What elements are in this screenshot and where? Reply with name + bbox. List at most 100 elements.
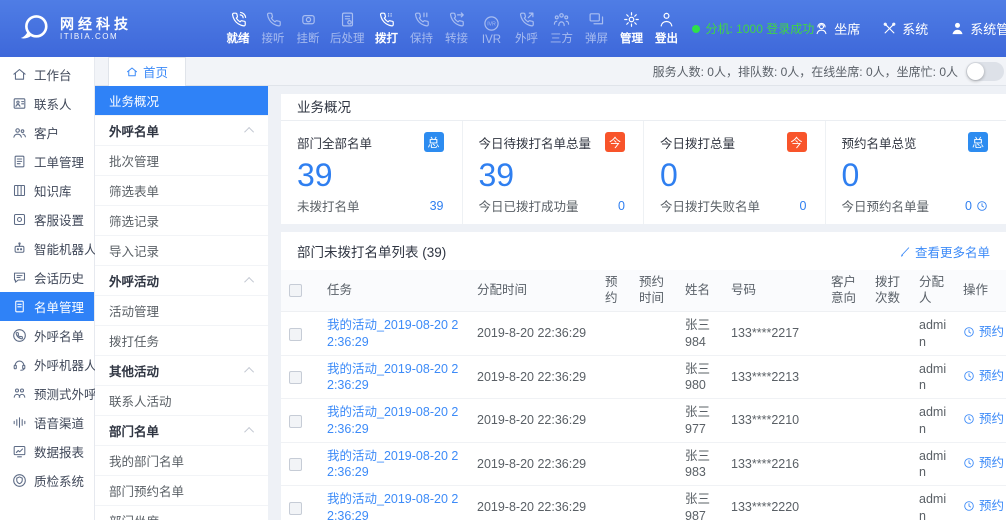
home-icon	[126, 66, 138, 78]
sidebar-item-predictive-outbound[interactable]: 预测式外呼	[0, 379, 94, 408]
topbar-menu-admin[interactable]: 系统管理员▼	[950, 19, 1006, 38]
column-header-9: 操作	[955, 270, 1006, 312]
tab-home[interactable]: 首页	[108, 57, 186, 86]
submenu-group-department-list-group[interactable]: 部门名单	[95, 416, 268, 446]
logout-icon	[658, 11, 675, 28]
submenu-item-my-department-list[interactable]: 我的部门名单	[95, 446, 268, 476]
chevron-up-icon	[244, 427, 254, 437]
toolbar-item-outbound[interactable]: 外呼	[514, 11, 540, 46]
submenu-item-filter-records[interactable]: 筛选记录	[95, 206, 268, 236]
report-chart-icon	[12, 444, 27, 459]
column-header-1: 分配时间	[469, 270, 597, 312]
submenu-item-dial-tasks[interactable]: 拨打任务	[95, 326, 268, 356]
sidebar-item-list-management[interactable]: 名单管理	[0, 292, 94, 321]
toolbar-item-ivr[interactable]: IVRIVR	[479, 15, 505, 46]
submenu-item-business-overview[interactable]: 业务概况	[95, 86, 268, 116]
row-checkbox[interactable]	[289, 415, 302, 428]
sidebar-item-qc-system[interactable]: 质检系统	[0, 466, 94, 495]
toolbar-label-logout: 登出	[655, 30, 678, 46]
reserve-action-link[interactable]: 预约	[963, 411, 1004, 427]
submenu-item-import-records[interactable]: 导入记录	[95, 236, 268, 266]
reserve-time-cell	[631, 399, 677, 443]
phone-ready-icon	[230, 11, 247, 28]
chat-bubble-icon	[12, 270, 27, 285]
sidebar-item-smart-robot[interactable]: 智能机器人	[0, 234, 94, 263]
call-count-cell	[867, 355, 911, 399]
task-link[interactable]: 我的活动_2019-08-20 22:36:29	[327, 405, 458, 435]
toolbar-item-logout[interactable]: 登出	[654, 11, 680, 46]
toolbar-item-threeway[interactable]: 三方	[549, 11, 575, 46]
call-count-cell	[867, 486, 911, 520]
toolbar-item-answer[interactable]: 接听	[260, 11, 286, 46]
select-all-checkbox[interactable]	[289, 284, 302, 297]
toolbar-item-popup[interactable]: 弹屏	[584, 11, 610, 46]
reserve-action-link[interactable]: 预约	[963, 498, 1004, 514]
stat-card-1: 部门全部名单总39未拨打名单39	[281, 121, 462, 224]
stats-toggle[interactable]	[966, 62, 1004, 81]
svg-text:IVR: IVR	[487, 21, 496, 27]
card-title: 部门全部名单	[297, 133, 372, 152]
sidebar-item-voice-channel[interactable]: 语音渠道	[0, 408, 94, 437]
sidebar-item-outbound-robot[interactable]: 外呼机器人	[0, 350, 94, 379]
task-link[interactable]: 我的活动_2019-08-20 22:36:29	[327, 318, 458, 348]
sidebar-item-chat-history[interactable]: 会话历史	[0, 263, 94, 292]
agent-stats-text: 服务人数: 0人，排队数: 0人，在线坐席: 0人，坐席忙: 0人	[653, 63, 958, 80]
card-footer-label: 今日已拨打成功量	[479, 196, 579, 215]
sidebar-item-customers[interactable]: 客户	[0, 118, 94, 147]
toolbar-item-hangup[interactable]: 挂断	[295, 11, 321, 46]
table-row-5: 我的活动_2019-08-20 22:36:292019-8-20 22:36:…	[281, 486, 1006, 520]
toolbar-item-transfer[interactable]: 转接	[444, 11, 470, 46]
logo-title: 网经科技	[60, 16, 132, 32]
stat-card-4: 预约名单总览总0今日预约名单量0	[825, 121, 1006, 224]
topbar-menu-system[interactable]: 系统	[882, 19, 928, 38]
submenu-group-other-activity-group[interactable]: 其他活动	[95, 356, 268, 386]
topbar-menu-agent[interactable]: 坐席	[814, 19, 860, 38]
sidebar-item-workbench[interactable]: 工作台	[0, 60, 94, 89]
submenu-item-department-reserve-list[interactable]: 部门预约名单	[95, 476, 268, 506]
reserve-time-cell	[631, 312, 677, 356]
sidebar-item-work-orders[interactable]: 工单管理	[0, 147, 94, 176]
sidebar-item-outbound-list[interactable]: 外呼名单	[0, 321, 94, 350]
toolbar-item-manage[interactable]: 管理	[619, 11, 645, 46]
card-badge: 总	[424, 132, 444, 152]
reserve-cell	[597, 399, 631, 443]
toolbar-item-dial[interactable]: 拨打	[374, 11, 400, 46]
card-footer-label: 今日拨打失败名单	[660, 196, 760, 215]
name-cell: 张三984	[677, 312, 723, 356]
phone-answer-icon	[265, 11, 282, 28]
agent-icon	[814, 21, 829, 36]
submenu-item-batch-management[interactable]: 批次管理	[95, 146, 268, 176]
submenu-item-filter-form[interactable]: 筛选表单	[95, 176, 268, 206]
reserve-action-link[interactable]: 预约	[963, 455, 1004, 471]
reserve-action-link[interactable]: 预约	[963, 324, 1004, 340]
submenu-item-contact-activity[interactable]: 联系人活动	[95, 386, 268, 416]
toolbar-item-ready[interactable]: 就绪	[225, 11, 251, 46]
row-checkbox[interactable]	[289, 502, 302, 515]
task-link[interactable]: 我的活动_2019-08-20 22:36:29	[327, 362, 458, 392]
toolbar-label-dial: 拨打	[375, 30, 398, 46]
submenu-item-activity-management[interactable]: 活动管理	[95, 296, 268, 326]
clock-icon	[963, 500, 975, 512]
submenu-group-outbound-list-group[interactable]: 外呼名单	[95, 116, 268, 146]
toolbar-label-postprocess: 后处理	[330, 30, 365, 46]
sidebar-item-service-settings[interactable]: 客服设置	[0, 205, 94, 234]
submenu-group-outbound-activity-group[interactable]: 外呼活动	[95, 266, 268, 296]
reserve-action-link[interactable]: 预约	[963, 368, 1004, 384]
pending-list-title: 部门未拨打名单列表 (39)	[297, 241, 446, 261]
row-checkbox[interactable]	[289, 371, 302, 384]
task-link[interactable]: 我的活动_2019-08-20 22:36:29	[327, 449, 458, 479]
toolbar-item-hold[interactable]: 保持	[409, 11, 435, 46]
toolbar-item-postprocess[interactable]: 后处理	[330, 11, 365, 46]
submenu-item-department-agents[interactable]: 部门坐席	[95, 506, 268, 520]
view-more-link[interactable]: 查看更多名单	[900, 242, 990, 261]
row-checkbox[interactable]	[289, 458, 302, 471]
dial-icon	[378, 11, 395, 28]
row-checkbox[interactable]	[289, 328, 302, 341]
column-header-0: 任务	[319, 270, 469, 312]
task-link[interactable]: 我的活动_2019-08-20 22:36:29	[327, 492, 458, 520]
toggle-knob	[967, 63, 984, 80]
toolbar-label-popup: 弹屏	[585, 30, 608, 46]
sidebar-item-data-reports[interactable]: 数据报表	[0, 437, 94, 466]
sidebar-item-knowledge-base[interactable]: 知识库	[0, 176, 94, 205]
sidebar-item-contacts[interactable]: 联系人	[0, 89, 94, 118]
